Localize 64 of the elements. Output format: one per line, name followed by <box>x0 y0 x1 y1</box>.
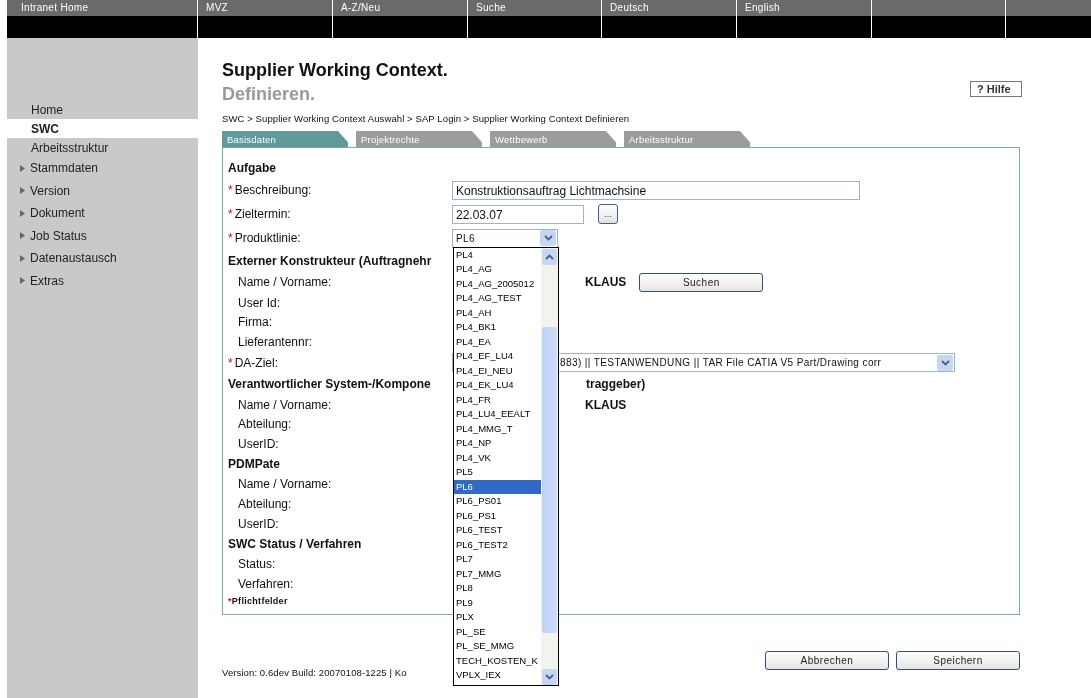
section-title: Externer Konstrukteur (Auftragnehr <box>228 253 433 268</box>
field-label: * Zieltermin: <box>228 207 292 221</box>
field-label: Name / Vorname: <box>237 397 333 412</box>
section-title: Aufgabe <box>228 161 277 175</box>
field-label: Verfahren: <box>237 576 295 591</box>
search-button[interactable]: Suchen <box>639 272 764 292</box>
sidebar-item[interactable]: Job Status <box>7 224 198 247</box>
chevron-down-icon <box>543 235 553 241</box>
field-label: Abteilung: <box>237 496 293 511</box>
sidebar-item[interactable]: SWC <box>7 119 198 138</box>
breadcrumb: SWC > Supplier Working Context Auswahl > SAP Login > Supplier Working Context Definieren <box>222 113 631 124</box>
sidebar-item[interactable]: Dokument <box>7 202 198 225</box>
sidebar-item[interactable]: Home <box>7 100 198 119</box>
top-nav-link[interactable]: English <box>737 0 872 38</box>
top-nav-link[interactable]: MVZ <box>198 0 333 38</box>
field-label: * Beschreibung: <box>228 183 313 197</box>
expand-triangle-icon <box>20 277 25 285</box>
field-label: Abteilung: <box>237 417 293 432</box>
expand-triangle-icon <box>20 164 25 172</box>
page-title: Supplier Working Context. <box>222 60 448 80</box>
field-label: Name / Vorname: <box>237 275 333 289</box>
sidebar-item[interactable]: Arbeitsstruktur <box>7 138 198 157</box>
help-button[interactable]: ? Hilfe <box>970 81 1022 97</box>
section-title: Verantwortlicher System-/Kompone <box>228 377 432 392</box>
field-label: Name / Vorname: <box>237 477 333 492</box>
scroll-down-button[interactable] <box>542 668 557 685</box>
date-picker-button[interactable]: ... <box>598 204 618 224</box>
field-label: * DA-Ziel: <box>228 355 279 370</box>
field-label: UserID: <box>237 516 280 531</box>
top-nav-link[interactable]: Suche <box>468 0 602 38</box>
sidebar-item[interactable]: Datenaustausch <box>7 247 198 270</box>
field-label: Lieferantennr: <box>237 335 314 349</box>
chevron-down-icon <box>940 359 950 366</box>
action-button[interactable]: Speichern <box>896 651 1020 670</box>
expand-triangle-icon <box>20 232 25 240</box>
expand-triangle-icon <box>20 254 25 262</box>
chevron-up-icon <box>545 253 554 260</box>
action-button[interactable]: Abbrechen <box>765 651 889 670</box>
top-nav-link[interactable]: Intranet Home <box>7 0 198 38</box>
sidebar-item[interactable]: Version <box>7 179 198 202</box>
field-value: KLAUS <box>585 275 627 289</box>
field-label: * Produktlinie: <box>228 231 302 245</box>
required-note: *Pflichtfelder <box>228 595 288 606</box>
date-field[interactable]: 22.03.07 <box>452 204 584 224</box>
scroll-up-button[interactable] <box>542 248 557 265</box>
section-title: SWC Status / Verfahren <box>228 536 363 551</box>
top-nav-link[interactable]: Deutsch <box>602 0 737 38</box>
section-title: PDMPate <box>228 457 281 472</box>
field-label: UserID: <box>237 436 280 451</box>
field-value: KLAUS <box>585 397 627 412</box>
section-title: traggeber) <box>586 377 646 392</box>
field-label: User Id: <box>237 295 281 310</box>
expand-triangle-icon <box>20 209 25 217</box>
page-subtitle: Definieren. <box>222 84 317 104</box>
field-label: Firma: <box>237 315 273 330</box>
scrollbar-thumb[interactable] <box>542 326 557 633</box>
sidebar-item[interactable]: Stammdaten <box>7 157 198 180</box>
field-label: Status: <box>237 557 277 572</box>
expand-triangle-icon <box>20 187 25 195</box>
sidebar-item[interactable]: Extras <box>7 269 198 292</box>
chevron-down-icon <box>545 673 554 680</box>
description-field[interactable]: Konstruktionsauftrag Lichtmachsine <box>452 180 860 200</box>
top-nav-link[interactable]: A-Z/Neu <box>333 0 468 38</box>
version-footer: Version: 0.6dev Build: 20070108-1225 | Ko <box>222 667 407 678</box>
